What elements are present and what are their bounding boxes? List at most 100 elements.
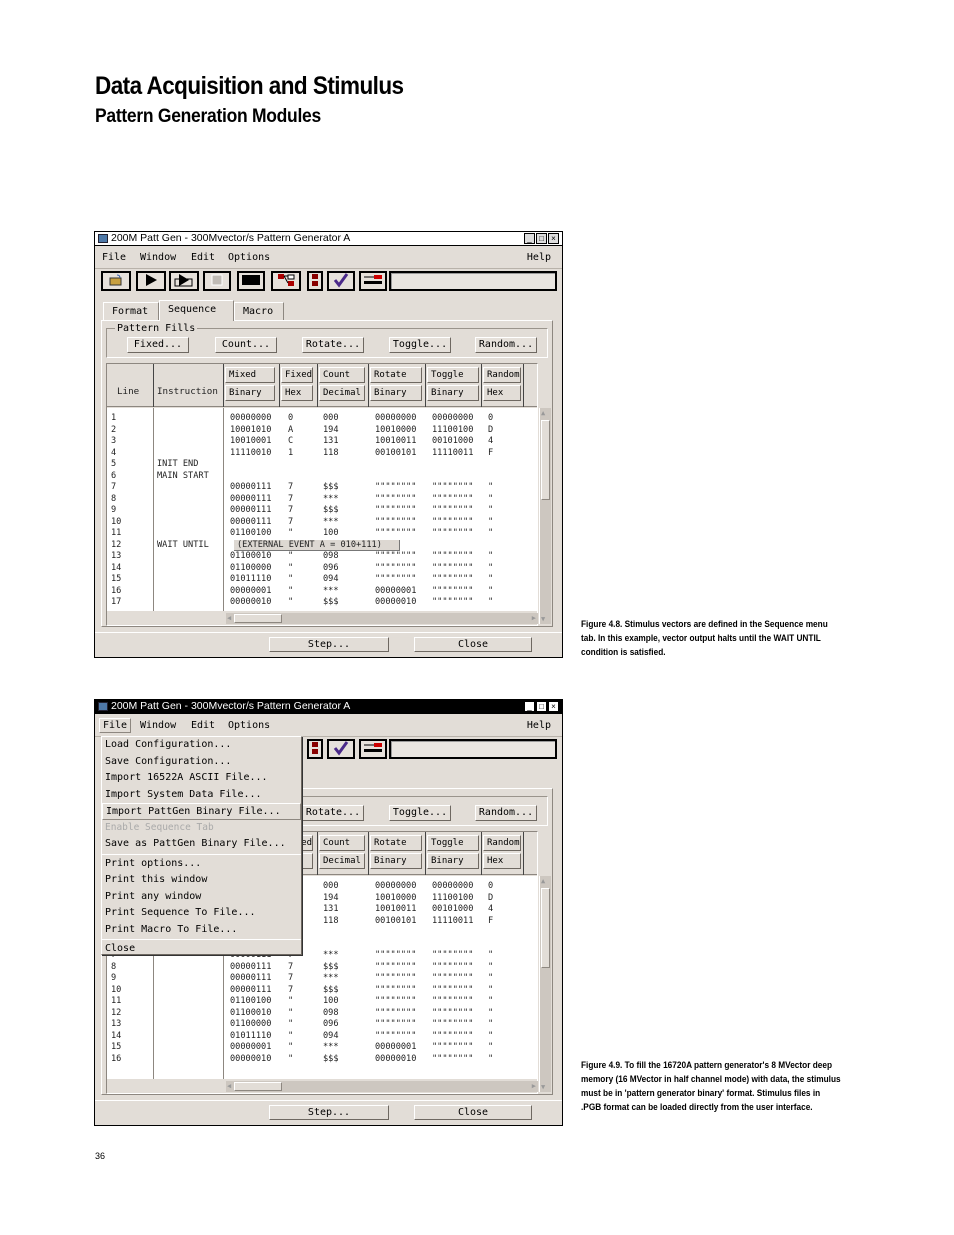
menu-item-close[interactable]: Close — [102, 941, 301, 958]
table-row[interactable]: 16 00000010 " $$$ 00000010 """""""" " — [107, 1054, 537, 1066]
table-row[interactable]: 10 00000111 7 $$$ """""""" """""""" " — [107, 985, 537, 997]
close-button[interactable]: Close — [414, 637, 532, 652]
open-folder-button[interactable] — [101, 271, 131, 291]
step-button[interactable]: Step... — [269, 637, 389, 652]
menu-item-save-configuration[interactable]: Save Configuration... — [102, 754, 301, 771]
vertical-scroll-thumb[interactable] — [541, 888, 550, 968]
menu-file[interactable]: File — [99, 718, 132, 733]
tab-macro[interactable]: Macro — [234, 302, 284, 320]
header-mixed-name[interactable]: Mixed — [225, 367, 275, 383]
tab-format[interactable]: Format — [103, 302, 159, 320]
horizontal-scroll-thumb[interactable] — [234, 1082, 282, 1091]
scroll-up-arrow[interactable]: ▲ — [541, 409, 545, 417]
run-button[interactable] — [136, 271, 166, 291]
table-row[interactable]: 4 11110010 1 118 00100101 11110011 F — [107, 448, 537, 460]
header-toggle-name[interactable]: Toggle — [427, 367, 479, 383]
header-toggle-radix[interactable]: Binary — [427, 853, 479, 869]
menu-item-print-this-window[interactable]: Print this window — [102, 872, 301, 889]
table-row[interactable]: 10 00000111 7 *** """""""" """""""" " — [107, 517, 537, 529]
table-row[interactable]: 14 01011110 " 094 """""""" """""""" " — [107, 1031, 537, 1043]
close-window-button[interactable]: × — [548, 233, 559, 244]
header-random-radix[interactable]: Hex — [483, 385, 521, 401]
menu-item-load-configuration[interactable]: Load Configuration... — [102, 737, 301, 754]
horizontal-scrollbar[interactable]: ◀ ▶ — [226, 613, 538, 624]
fill-random-button[interactable]: Random... — [475, 805, 537, 821]
title-bar[interactable]: 200M Patt Gen - 300Mvector/s Pattern Gen… — [95, 232, 562, 246]
header-rotate-radix[interactable]: Binary — [370, 385, 422, 401]
scroll-right-arrow[interactable]: ▶ — [532, 614, 536, 622]
fill-toggle-button[interactable]: Toggle... — [389, 337, 451, 353]
table-row[interactable]: 8 00000111 7 *** """""""" """""""" " — [107, 494, 537, 506]
table-row[interactable]: 6 MAIN START — [107, 471, 537, 483]
table-row[interactable]: 8 00000111 7 $$$ """""""" """""""" " — [107, 962, 537, 974]
tools-button[interactable] — [359, 271, 387, 291]
table-row[interactable]: 9 00000111 7 *** """""""" """""""" " — [107, 973, 537, 985]
menu-file[interactable]: File — [99, 251, 129, 264]
menu-item-import-system-data-file[interactable]: Import System Data File... — [102, 787, 301, 804]
close-button[interactable]: Close — [414, 1105, 532, 1120]
menu-item-print-macro-to-file[interactable]: Print Macro To File... — [102, 922, 301, 939]
fill-rotate-button[interactable]: Rotate... — [302, 337, 364, 353]
menu-item-print-sequence-to-file[interactable]: Print Sequence To File... — [102, 905, 301, 922]
tools-button[interactable] — [359, 739, 387, 759]
menu-item-print-any-window[interactable]: Print any window — [102, 889, 301, 906]
vertical-scrollbar[interactable]: ▲ ▼ — [539, 876, 551, 1092]
header-toggle-name[interactable]: Toggle — [427, 835, 479, 851]
header-count-name[interactable]: Count — [319, 367, 365, 383]
header-random-name[interactable]: Random — [483, 367, 521, 383]
header-toggle-radix[interactable]: Binary — [427, 385, 479, 401]
fill-fixed-button[interactable]: Fixed... — [127, 337, 189, 353]
table-row[interactable]: 12 01100010 " 098 """""""" """""""" " — [107, 1008, 537, 1020]
table-row[interactable]: 11 01100100 " 100 """""""" """""""" " — [107, 996, 537, 1008]
menu-item-import-16522a-ascii-file[interactable]: Import 16522A ASCII File... — [102, 770, 301, 787]
header-count-name[interactable]: Count — [319, 835, 365, 851]
fill-count-button[interactable]: Count... — [215, 337, 277, 353]
module-button[interactable] — [307, 739, 323, 759]
check-button[interactable] — [327, 271, 355, 291]
header-random-radix[interactable]: Hex — [483, 853, 521, 869]
scroll-up-arrow[interactable]: ▲ — [541, 877, 545, 885]
table-row[interactable]: 14 01100000 " 096 """""""" """""""" " — [107, 563, 537, 575]
tab-sequence[interactable]: Sequence — [159, 300, 234, 321]
header-count-radix[interactable]: Decimal — [319, 853, 365, 869]
header-rotate-name[interactable]: Rotate — [370, 835, 422, 851]
scroll-left-arrow[interactable]: ◀ — [227, 614, 231, 622]
stop-button[interactable] — [203, 271, 231, 291]
table-row[interactable]: 3 10010001 C 131 10010011 00101000 4 — [107, 436, 537, 448]
menu-item-print-options[interactable]: Print options... — [102, 856, 301, 873]
table-row[interactable]: 5 INIT END — [107, 459, 537, 471]
menu-help[interactable]: Help — [524, 251, 554, 264]
fill-random-button[interactable]: Random... — [475, 337, 537, 353]
table-row[interactable]: 15 01011110 " 094 """""""" """""""" " — [107, 574, 537, 586]
scroll-down-arrow[interactable]: ▼ — [541, 1083, 545, 1091]
minimize-button[interactable]: _ — [524, 233, 535, 244]
table-row[interactable]: 12 WAIT UNTIL (EXTERNAL EVENT A = 010+111) — [107, 539, 537, 552]
scroll-left-arrow[interactable]: ◀ — [227, 1082, 231, 1090]
menu-options[interactable]: Options — [225, 251, 273, 264]
config-button[interactable] — [271, 271, 301, 291]
menu-item-save-as-pattgen-binary-file[interactable]: Save as PattGen Binary File... — [102, 836, 301, 853]
header-rotate-name[interactable]: Rotate — [370, 367, 422, 383]
wait-condition-cell[interactable]: (EXTERNAL EVENT A = 010+111) — [234, 539, 400, 551]
horizontal-scroll-thumb[interactable] — [234, 614, 282, 623]
menu-edit[interactable]: Edit — [188, 719, 218, 732]
table-row[interactable]: 13 01100010 " 098 """""""" """""""" " — [107, 551, 537, 563]
run-repetitive-button[interactable] — [169, 271, 199, 291]
module-button[interactable] — [307, 271, 323, 291]
table-row[interactable]: 7 00000111 7 $$$ """""""" """""""" " — [107, 482, 537, 494]
step-button[interactable]: Step... — [269, 1105, 389, 1120]
vertical-scrollbar[interactable]: ▲ ▼ — [539, 408, 551, 624]
scroll-right-arrow[interactable]: ▶ — [532, 1082, 536, 1090]
maximize-button[interactable]: □ — [536, 701, 547, 712]
header-fixed-radix[interactable]: Hex — [281, 385, 313, 401]
menu-item-import-pattgen-binary-file[interactable]: Import PattGen Binary File... — [102, 803, 301, 820]
table-row[interactable]: 17 00000010 " $$$ 00000010 """""""" " — [107, 597, 537, 609]
title-bar[interactable]: 200M Patt Gen - 300Mvector/s Pattern Gen… — [95, 700, 562, 714]
maximize-button[interactable]: □ — [536, 233, 547, 244]
status-field[interactable] — [389, 271, 557, 291]
status-field[interactable] — [389, 739, 557, 759]
fill-toggle-button[interactable]: Toggle... — [389, 805, 451, 821]
check-button[interactable] — [327, 739, 355, 759]
table-row[interactable]: 1 00000000 0 000 00000000 00000000 0 — [107, 413, 537, 425]
menu-options[interactable]: Options — [225, 719, 273, 732]
